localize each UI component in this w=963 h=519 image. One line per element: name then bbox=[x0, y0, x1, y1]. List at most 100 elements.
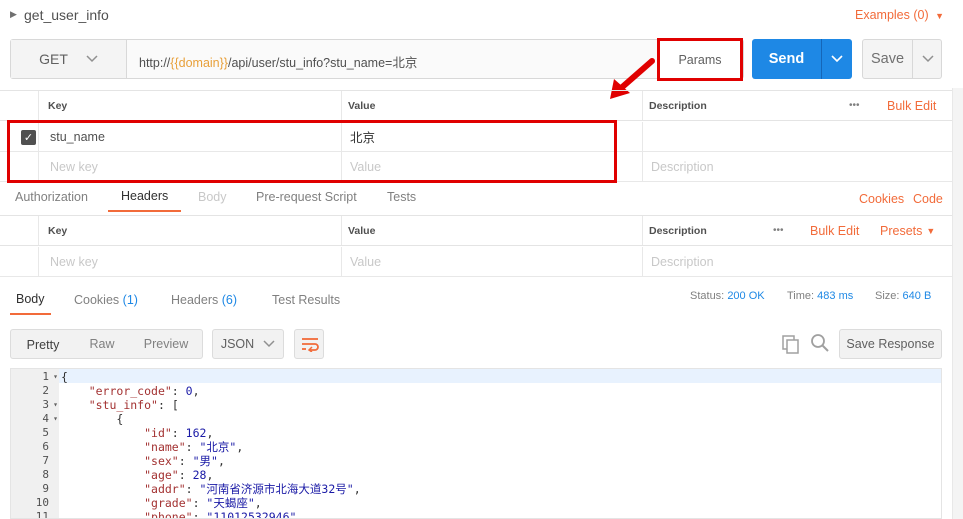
method-select[interactable]: GET bbox=[11, 40, 127, 78]
table-row: New key Value Description bbox=[0, 247, 953, 277]
url-variable: {{domain}} bbox=[170, 56, 228, 70]
tab-authorization[interactable]: Authorization bbox=[15, 182, 88, 212]
tab-headers[interactable]: Headers (6) bbox=[171, 285, 237, 315]
code-line: "grade": "天蝎座", bbox=[144, 496, 262, 510]
presets-dropdown[interactable]: Presets ▼ bbox=[880, 216, 935, 245]
presets-label: Presets bbox=[880, 223, 923, 238]
chevron-down-icon bbox=[831, 55, 843, 63]
more-options-icon[interactable]: ••• bbox=[849, 91, 860, 120]
save-button[interactable]: Save bbox=[862, 39, 942, 79]
method-label: GET bbox=[39, 51, 68, 67]
tab-pre-request-script[interactable]: Pre-request Script bbox=[256, 182, 357, 212]
chevron-down-icon bbox=[921, 55, 934, 63]
params-table: Key Value Description ••• Bulk Edit ✓ st… bbox=[0, 90, 953, 182]
param-key-input[interactable]: stu_name bbox=[50, 122, 105, 151]
tab-body[interactable]: Body bbox=[198, 182, 227, 212]
fold-toggle-icon[interactable]: ▾ bbox=[53, 412, 58, 426]
new-description-input[interactable]: Description bbox=[651, 152, 714, 181]
tab-cookies-label: Cookies bbox=[74, 293, 120, 307]
param-value-input[interactable]: 北京 bbox=[350, 122, 375, 151]
line-number: 7 bbox=[11, 454, 59, 468]
line-number-text: 6 bbox=[42, 440, 49, 453]
column-key: Key bbox=[48, 224, 68, 237]
pretty-button[interactable]: Pretty bbox=[11, 330, 75, 360]
send-options-toggle[interactable] bbox=[821, 39, 852, 79]
caret-down-icon: ▼ bbox=[935, 11, 945, 21]
save-label: Save bbox=[870, 51, 905, 67]
size-label: Size: bbox=[875, 290, 900, 302]
line-number-text: 10 bbox=[35, 496, 49, 509]
code-line: { bbox=[61, 370, 68, 384]
line-number-text: 2 bbox=[42, 384, 49, 397]
code-link[interactable]: Code bbox=[913, 184, 943, 214]
column-description: Description bbox=[649, 99, 707, 112]
request-name[interactable]: get_user_info bbox=[24, 7, 109, 23]
code-line: "id": 162, bbox=[144, 426, 214, 440]
time-label: Time: bbox=[787, 290, 815, 302]
preview-button[interactable]: Preview bbox=[131, 329, 201, 359]
line-number-text: 5 bbox=[42, 426, 49, 439]
new-description-input[interactable]: Description bbox=[651, 247, 714, 276]
url-prefix: http:// bbox=[139, 56, 171, 70]
headers-count-badge: (6) bbox=[221, 293, 238, 307]
tab-cookies[interactable]: Cookies (1) bbox=[74, 285, 138, 315]
tab-headers-label: Headers bbox=[171, 293, 219, 307]
examples-dropdown[interactable]: Examples (0) ▼ bbox=[855, 8, 944, 22]
tab-tests[interactable]: Tests bbox=[387, 182, 416, 212]
more-options-icon[interactable]: ••• bbox=[773, 216, 784, 245]
format-select[interactable]: JSON bbox=[212, 329, 284, 359]
tab-headers[interactable]: Headers bbox=[108, 182, 182, 212]
vertical-scrollbar[interactable] bbox=[952, 88, 963, 519]
collapse-caret-icon[interactable]: ▶ bbox=[10, 9, 17, 20]
response-body-editor[interactable]: 1 ▾ 2 3 ▾ 4 ▾ 5 6 7 8 9 10 11 { "error_code": 0, "stu… bbox=[10, 368, 942, 519]
line-number: 1 ▾ bbox=[11, 370, 59, 384]
tab-body[interactable]: Body bbox=[10, 285, 51, 315]
new-value-input[interactable]: Value bbox=[350, 247, 381, 276]
cookies-link[interactable]: Cookies bbox=[859, 184, 904, 214]
time-value: 483 ms bbox=[817, 290, 854, 302]
url-suffix: /api/user/stu_info?stu_name=北京 bbox=[227, 56, 418, 70]
column-description: Description bbox=[649, 224, 707, 237]
chevron-down-icon bbox=[263, 340, 275, 348]
new-value-input[interactable]: Value bbox=[350, 152, 381, 181]
params-button[interactable]: Params bbox=[657, 38, 743, 81]
bulk-edit-link[interactable]: Bulk Edit bbox=[887, 91, 936, 120]
line-number-text: 7 bbox=[42, 454, 49, 467]
fold-toggle-icon[interactable]: ▾ bbox=[53, 370, 58, 384]
line-number-text: 8 bbox=[42, 468, 49, 481]
send-button[interactable]: Send bbox=[752, 39, 852, 79]
size-value: 640 B bbox=[902, 290, 932, 302]
column-value: Value bbox=[348, 224, 376, 237]
code-line: "sex": "男", bbox=[144, 454, 225, 468]
line-number-text: 3 bbox=[42, 398, 49, 411]
code-line: "stu_info": [ bbox=[88, 398, 179, 412]
line-number-text: 4 bbox=[42, 412, 49, 425]
headers-table-header: Key Value Description ••• Bulk Edit Pres… bbox=[0, 216, 953, 246]
line-number: 5 bbox=[11, 426, 59, 440]
new-key-input[interactable]: New key bbox=[50, 247, 98, 276]
chevron-down-icon bbox=[86, 55, 98, 63]
line-number-text: 9 bbox=[42, 482, 49, 495]
fold-toggle-icon[interactable]: ▾ bbox=[53, 398, 58, 412]
response-size: Size: 640 B bbox=[875, 281, 931, 311]
line-number: 8 bbox=[11, 468, 59, 482]
save-response-button[interactable]: Save Response bbox=[839, 329, 942, 359]
format-select-content: JSON bbox=[213, 329, 283, 359]
raw-button[interactable]: Raw bbox=[75, 329, 129, 359]
search-icon[interactable] bbox=[810, 333, 830, 353]
caret-down-icon: ▼ bbox=[926, 225, 936, 236]
code-line: "phone": "11012532946", bbox=[144, 510, 304, 519]
save-options-toggle[interactable] bbox=[912, 40, 942, 78]
line-number-text: 11 bbox=[35, 510, 49, 519]
examples-label: Examples (0) bbox=[855, 8, 929, 22]
url-input[interactable]: http://{{domain}}/api/user/stu_info?stu_… bbox=[139, 52, 417, 71]
wrap-lines-button[interactable] bbox=[294, 329, 324, 359]
bulk-edit-link[interactable]: Bulk Edit bbox=[810, 216, 859, 245]
param-enabled-checkbox[interactable]: ✓ bbox=[21, 130, 36, 145]
tab-test-results[interactable]: Test Results bbox=[272, 285, 340, 315]
new-key-input[interactable]: New key bbox=[50, 152, 98, 181]
line-number: 11 bbox=[11, 510, 59, 519]
table-row: ✓ stu_name 北京 bbox=[0, 122, 953, 152]
copy-icon[interactable] bbox=[781, 334, 801, 354]
line-number: 10 bbox=[11, 496, 59, 510]
